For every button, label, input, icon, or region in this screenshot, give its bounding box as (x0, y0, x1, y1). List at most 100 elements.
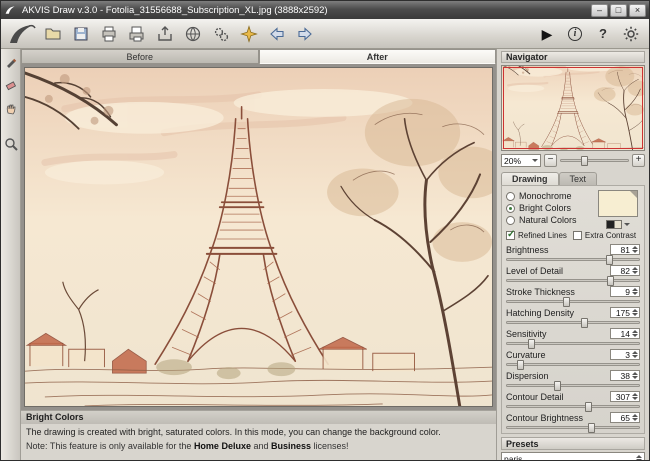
tab-before[interactable]: Before (21, 49, 259, 64)
tab-after[interactable]: After (258, 49, 496, 64)
navigator-thumbnail[interactable] (501, 65, 645, 151)
zoom-value: 20% (504, 155, 522, 166)
slider-track[interactable] (506, 381, 640, 391)
spinner-arrows-icon[interactable] (632, 288, 638, 295)
value-spinner[interactable]: 81 (610, 244, 640, 255)
radio-bright-colors[interactable]: Bright Colors (506, 202, 594, 214)
value-spinner[interactable]: 38 (610, 370, 640, 381)
tab-drawing[interactable]: Drawing (501, 172, 559, 185)
print-button[interactable] (97, 22, 121, 46)
zoom-slider-thumb[interactable] (581, 156, 589, 166)
slider-track[interactable] (506, 255, 640, 265)
value-spinner[interactable]: 175 (610, 307, 640, 318)
panel-tabs: Drawing Text (501, 172, 645, 185)
tab-after-label: After (366, 51, 388, 62)
slider-track[interactable] (506, 402, 640, 412)
checkbox-extra-contrast[interactable]: Extra Contrast (572, 231, 636, 240)
value-spinner[interactable]: 307 (610, 391, 640, 402)
slider-label: Contour Detail (506, 391, 564, 402)
toolbar: ▶ i ? (1, 19, 649, 49)
open-image-button[interactable] (41, 22, 65, 46)
save-image-button[interactable] (69, 22, 93, 46)
slider-label: Brightness (506, 244, 549, 255)
share-button[interactable] (153, 22, 177, 46)
slider-thumb[interactable] (554, 381, 562, 391)
slider-track[interactable] (506, 297, 640, 307)
preset-combobox[interactable]: paris (501, 452, 645, 460)
preferences-button[interactable] (619, 22, 643, 46)
print-sheet-button[interactable] (125, 22, 149, 46)
slider-thumb[interactable] (527, 339, 535, 349)
close-button[interactable]: × (629, 3, 646, 17)
slider-track[interactable] (506, 339, 640, 349)
zoom-slider-track[interactable] (560, 156, 629, 166)
previous-arrow-button[interactable] (265, 22, 289, 46)
slider-track[interactable] (506, 276, 640, 286)
tab-before-label: Before (126, 51, 154, 62)
brush-tool-button[interactable] (3, 54, 19, 70)
zoom-combobox[interactable]: 20% (501, 154, 541, 167)
slider-brightness: Brightness 81 (506, 244, 640, 265)
radio-icon (506, 203, 515, 213)
value-spinner[interactable]: 65 (610, 412, 640, 423)
background-color-swatch[interactable] (598, 190, 638, 217)
hand-tool-button[interactable] (3, 100, 19, 116)
about-button[interactable]: i (563, 22, 587, 46)
maximize-button[interactable]: □ (610, 3, 627, 17)
run-button[interactable]: ▶ (535, 22, 559, 46)
radio-natural-colors[interactable]: Natural Colors (506, 214, 594, 226)
slider-track[interactable] (506, 318, 640, 328)
slider-label: Dispersion (506, 370, 549, 381)
value-spinner[interactable]: 14 (610, 328, 640, 339)
slider-track[interactable] (506, 423, 640, 433)
value-spinner[interactable]: 82 (610, 265, 640, 276)
result-image[interactable] (24, 67, 493, 407)
slider-sensitivity: Sensitivity 14 (506, 328, 640, 349)
presets-title: Presets (506, 438, 539, 449)
effects-button[interactable] (237, 22, 261, 46)
slider-label: Contour Brightness (506, 412, 584, 423)
color-mode-group: Monochrome Bright Colors Natural Colors (506, 190, 640, 229)
spinner-arrows-icon (636, 455, 642, 460)
slider-thumb[interactable] (606, 276, 614, 286)
radio-monochrome[interactable]: Monochrome (506, 190, 594, 202)
minimize-button[interactable]: – (591, 3, 608, 17)
spinner-arrows-icon[interactable] (632, 309, 638, 316)
eraser-tool-button[interactable] (3, 77, 19, 93)
zoom-in-button[interactable]: + (632, 154, 645, 167)
spinner-arrows-icon[interactable] (632, 330, 638, 337)
zoom-tool-button[interactable] (3, 136, 19, 152)
value-spinner[interactable]: 3 (610, 349, 640, 360)
slider-thumb[interactable] (588, 423, 596, 433)
slider-stroke-thickness: Stroke Thickness 9 (506, 286, 640, 307)
slider-value: 175 (615, 307, 630, 318)
spinner-arrows-icon[interactable] (632, 414, 638, 421)
slider-value: 3 (625, 349, 630, 360)
spinner-arrows-icon[interactable] (632, 351, 638, 358)
zoom-out-button[interactable]: − (544, 154, 557, 167)
slider-value: 9 (625, 286, 630, 297)
titlebar: AKVIS Draw v.3.0 - Fotolia_31556688_Subs… (1, 1, 649, 19)
spinner-arrows-icon[interactable] (632, 246, 638, 253)
slider-thumb[interactable] (580, 318, 588, 328)
spinner-arrows-icon[interactable] (632, 393, 638, 400)
slider-track[interactable] (506, 360, 640, 370)
note-and: and (250, 441, 271, 451)
value-spinner[interactable]: 9 (610, 286, 640, 297)
background-color-chip[interactable] (606, 220, 622, 229)
options-row: Refined Lines Extra Contrast (506, 229, 640, 240)
checkbox-refined-lines[interactable]: Refined Lines (506, 229, 567, 240)
batch-processing-button[interactable] (209, 22, 233, 46)
tab-text[interactable]: Text (558, 172, 598, 185)
slider-thumb[interactable] (517, 360, 525, 370)
help-button[interactable]: ? (591, 22, 615, 46)
slider-contour-brightness: Contour Brightness 65 (506, 412, 640, 433)
slider-thumb[interactable] (563, 297, 571, 307)
akvis-draw-window: AKVIS Draw v.3.0 - Fotolia_31556688_Subs… (0, 0, 650, 461)
publish-button[interactable] (181, 22, 205, 46)
slider-thumb[interactable] (605, 255, 613, 265)
slider-thumb[interactable] (584, 402, 592, 412)
next-arrow-button[interactable] (293, 22, 317, 46)
spinner-arrows-icon[interactable] (632, 372, 638, 379)
spinner-arrows-icon[interactable] (632, 267, 638, 274)
